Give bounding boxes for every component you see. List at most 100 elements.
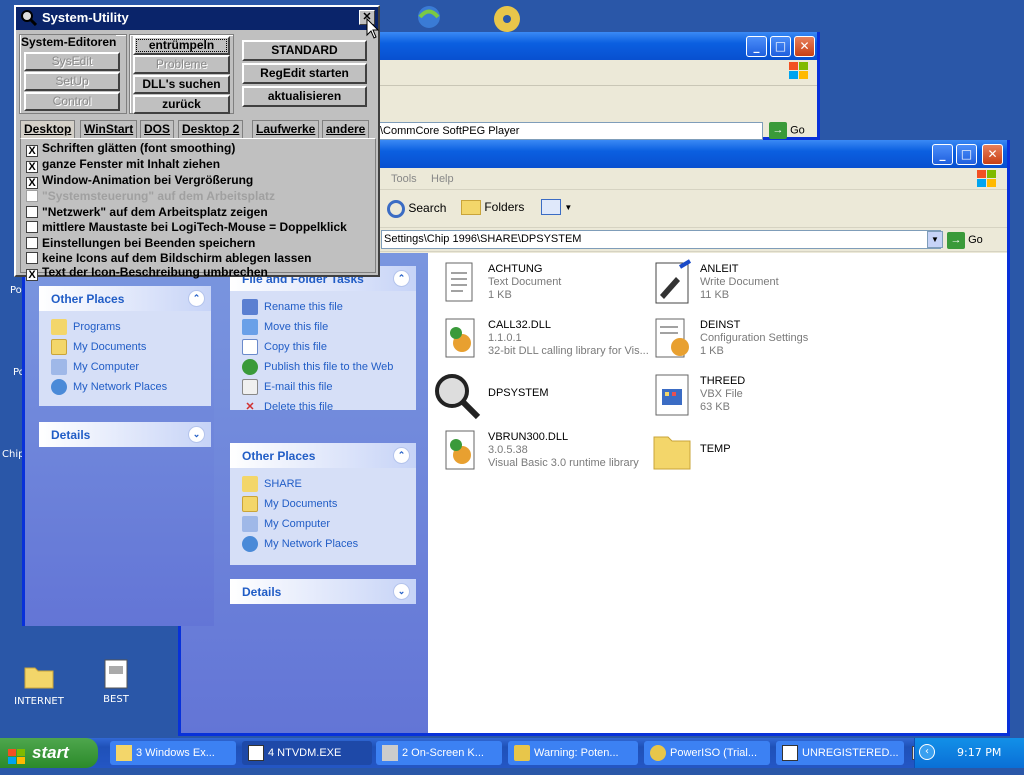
clock[interactable]: 9:17 PM (957, 746, 1001, 759)
sysedit-button[interactable]: SysEdit (24, 52, 120, 71)
place-my-documents[interactable]: My Documents (39, 337, 211, 357)
left-explorer-window[interactable]: Other Places ⌃ Programs My Documents My C… (22, 260, 214, 626)
file-item[interactable]: DEINST Configuration Settings 1 KB (650, 315, 860, 367)
aktualisieren-button[interactable]: aktualisieren (242, 86, 367, 107)
dll-suchen-button[interactable]: DLL's suchen (133, 75, 230, 94)
views-button[interactable]: ▼ (541, 199, 573, 219)
collapse-icon[interactable]: ⌃ (393, 447, 410, 464)
probleme-button[interactable]: Probleme (133, 55, 230, 74)
file-item[interactable]: TEMP (650, 427, 860, 479)
close-button[interactable]: ✕ (982, 144, 1003, 165)
file-name: CALL32.DLL (488, 319, 551, 331)
desktop-icon-best[interactable]: BEST (81, 658, 151, 705)
checkbox[interactable] (26, 237, 38, 249)
option-middle-mouse-doubleclick[interactable]: mittlere Maustaste bei LogiTech-Mouse = … (26, 220, 347, 234)
task-copy[interactable]: Copy this file (230, 337, 416, 357)
details-header[interactable]: Details ⌄ (230, 579, 416, 604)
maximize-button[interactable]: □ (956, 144, 977, 165)
checkbox[interactable]: X (26, 269, 38, 281)
copy-icon (242, 339, 258, 356)
tab-laufwerke[interactable]: Laufwerke (252, 120, 320, 138)
file-item[interactable]: ACHTUNG Text Document 1 KB (438, 259, 648, 311)
option-network-mycomputer[interactable]: "Netzwerk" auf dem Arbeitsplatz zeigen (26, 205, 268, 219)
place-my-computer[interactable]: My Computer (39, 357, 211, 377)
start-button[interactable]: start (0, 738, 98, 768)
place-network[interactable]: My Network Places (230, 534, 416, 554)
collapse-icon[interactable]: ⌃ (188, 290, 205, 307)
menu-help[interactable]: Help (431, 173, 454, 185)
place-share[interactable]: SHARE (230, 474, 416, 494)
place-my-documents[interactable]: My Documents (230, 494, 416, 514)
search-button[interactable]: Search (387, 200, 446, 218)
regedit-starten-button[interactable]: RegEdit starten (242, 63, 367, 84)
close-button[interactable]: ✕ (794, 36, 815, 57)
go-button[interactable]: → Go (769, 122, 805, 139)
option-wrap-icon-text[interactable]: X Text der Icon-Beschreibung umbrechen (26, 265, 268, 281)
taskbar-button-poweriso[interactable]: PowerISO (Trial... (644, 741, 770, 765)
option-no-desktop-icons[interactable]: keine Icons auf dem Bildschirm ablegen l… (26, 251, 311, 265)
task-rename[interactable]: Rename this file (230, 297, 416, 317)
option-save-settings[interactable]: Einstellungen bei Beenden speichern (26, 236, 255, 250)
cd-desktop-icon[interactable] (492, 4, 522, 34)
setup-button[interactable]: SetUp (24, 72, 120, 91)
taskbar-button-ntvdm[interactable]: 4 NTVDM.EXE (242, 741, 372, 765)
entruempeln-button[interactable]: entrümpeln (133, 36, 230, 55)
task-email[interactable]: E-mail this file (230, 377, 416, 397)
checkbox[interactable] (26, 190, 38, 202)
tab-andere[interactable]: andere (322, 120, 370, 138)
option-window-animation[interactable]: X Window-Animation bei Vergrößerung (26, 173, 253, 189)
tab-desktop-2[interactable]: Desktop 2 (178, 120, 244, 138)
file-item[interactable]: THREED VBX File 63 KB (650, 371, 860, 423)
task-publish[interactable]: Publish this file to the Web (230, 357, 416, 377)
ie-desktop-icon[interactable] (414, 2, 444, 32)
task-move[interactable]: Move this file (230, 317, 416, 337)
address-dropdown-button[interactable]: ▼ (927, 231, 943, 248)
menu-tools[interactable]: Tools (391, 173, 417, 185)
tab-dos[interactable]: DOS (140, 120, 175, 138)
tray-expand-icon[interactable]: ‹ (919, 744, 935, 760)
address-field[interactable]: \CommCore SoftPEG Player (379, 122, 763, 140)
tab-winstart[interactable]: WinStart (80, 120, 138, 138)
tab-desktop[interactable]: Desktop (20, 120, 76, 138)
minimize-button[interactable]: _ (746, 36, 767, 57)
folders-button[interactable]: Folders (461, 200, 524, 216)
dialog-titlebar[interactable]: System-Utility ✕ (16, 7, 378, 30)
desktop-icon-label: BEST (103, 694, 129, 705)
file-item[interactable]: ANLEIT Write Document 11 KB (650, 259, 860, 311)
maximize-button[interactable]: □ (770, 36, 791, 57)
place-my-computer[interactable]: My Computer (230, 514, 416, 534)
system-utility-dialog[interactable]: System-Utility ✕ System-Editoren SysEdit… (14, 5, 380, 281)
go-button[interactable]: → Go (947, 230, 1001, 250)
checkbox[interactable]: X (26, 145, 38, 157)
taskbar-button-warning[interactable]: Warning: Poten... (508, 741, 638, 765)
other-places-header[interactable]: Other Places ⌃ (230, 443, 416, 468)
details-header[interactable]: Details ⌄ (39, 422, 211, 447)
zurueck-button[interactable]: zurück (133, 95, 230, 114)
taskbar-button-explorer[interactable]: 3 Windows Ex... (110, 741, 236, 765)
other-places-header[interactable]: Other Places ⌃ (39, 286, 211, 311)
option-control-panel-mycomputer[interactable]: "Systemsteuerung" auf dem Arbeitsplatz (26, 189, 275, 203)
collapse-icon[interactable]: ⌃ (393, 270, 410, 287)
checkbox[interactable] (26, 221, 38, 233)
checkbox[interactable] (26, 252, 38, 264)
place-programs[interactable]: Programs (39, 317, 211, 337)
expand-icon[interactable]: ⌄ (393, 583, 410, 600)
desktop-icon-internet[interactable]: INTERNET (4, 660, 74, 707)
control-button[interactable]: Control (24, 92, 120, 111)
expand-icon[interactable]: ⌄ (188, 426, 205, 443)
file-item[interactable]: CALL32.DLL 1.1.0.1 32-bit DLL calling li… (438, 315, 649, 367)
option-font-smoothing[interactable]: X Schriften glätten (font smoothing) (26, 141, 235, 157)
taskbar-button-osk[interactable]: 2 On-Screen K... (376, 741, 502, 765)
checkbox[interactable]: X (26, 177, 38, 189)
option-drag-full-windows[interactable]: Xganze Fenster mit Inhalt ziehen (26, 157, 220, 173)
minimize-button[interactable]: _ (932, 144, 953, 165)
file-item[interactable]: DPSYSTEM (432, 371, 642, 423)
task-delete[interactable]: ✕ Delete this file (230, 397, 416, 417)
address-field[interactable]: Settings\Chip 1996\SHARE\DPSYSTEM (381, 230, 941, 249)
file-item[interactable]: VBRUN300.DLL 3.0.5.38 Visual Basic 3.0 r… (438, 427, 648, 479)
standard-button[interactable]: STANDARD (242, 40, 367, 61)
checkbox[interactable] (26, 206, 38, 218)
taskbar-button-unregistered[interactable]: UNREGISTERED... (776, 741, 904, 765)
checkbox[interactable]: X (26, 161, 38, 173)
place-network[interactable]: My Network Places (39, 377, 211, 397)
